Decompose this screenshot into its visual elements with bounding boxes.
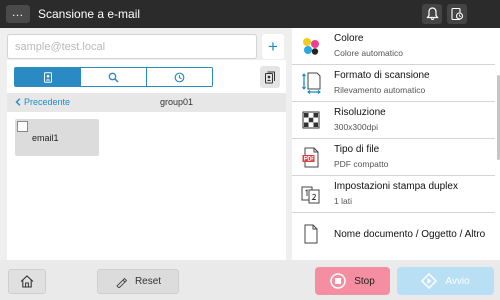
color-icon bbox=[301, 35, 321, 57]
start-button[interactable]: Avvio bbox=[397, 267, 494, 295]
device-status-icon bbox=[451, 7, 464, 21]
reset-label: Reset bbox=[134, 276, 162, 287]
address-book-options-button[interactable] bbox=[260, 66, 280, 88]
home-button[interactable] bbox=[8, 269, 46, 294]
setting-resolution[interactable]: Risoluzione 300x300dpi bbox=[292, 102, 495, 139]
select-checkbox[interactable] bbox=[17, 121, 28, 132]
search-icon bbox=[108, 72, 119, 83]
setting-title: Tipo di file bbox=[334, 144, 380, 155]
start-label: Avvio bbox=[445, 275, 470, 287]
setting-title: Nome documento / Oggetto / Altro bbox=[334, 228, 486, 240]
add-address-button[interactable]: + bbox=[262, 34, 284, 59]
reset-button[interactable]: Reset bbox=[97, 269, 179, 294]
back-label: Precedente bbox=[24, 97, 71, 107]
setting-title: Impostazioni stampa duplex bbox=[334, 181, 458, 192]
document-icon bbox=[301, 223, 321, 245]
setting-value: 300x300dpi bbox=[334, 122, 378, 132]
address-book-list: Precedente group01 email1 bbox=[7, 60, 286, 260]
footer-bar: Reset Stop Avvio bbox=[0, 260, 500, 300]
setting-value: Colore automatico bbox=[334, 48, 403, 58]
tab-history[interactable] bbox=[147, 68, 212, 86]
breadcrumb: Precedente group01 bbox=[7, 93, 286, 112]
setting-file-type[interactable]: Tipo di file PDF compatto bbox=[292, 139, 495, 176]
setting-value: PDF compatto bbox=[334, 159, 389, 169]
bell-icon bbox=[425, 7, 439, 21]
reset-icon bbox=[116, 277, 127, 288]
current-group-name: group01 bbox=[160, 97, 194, 107]
resolution-icon bbox=[301, 109, 321, 131]
page-title: Scansione a e-mail bbox=[38, 7, 141, 21]
setting-title: Colore bbox=[334, 33, 364, 44]
pdf-file-icon bbox=[301, 146, 321, 168]
start-icon bbox=[421, 273, 438, 289]
settings-panel: Colore Colore automatico Formato di scan… bbox=[292, 28, 500, 260]
duplex-icon bbox=[301, 183, 321, 205]
tab-search[interactable] bbox=[81, 68, 147, 86]
setting-duplex[interactable]: Impostazioni stampa duplex 1 lati bbox=[292, 176, 495, 213]
list-item[interactable]: email1 bbox=[15, 119, 99, 156]
address-book-icon bbox=[43, 71, 52, 83]
destination-panel: + bbox=[0, 28, 292, 260]
email-address-input[interactable] bbox=[7, 34, 257, 59]
setting-title: Risoluzione bbox=[334, 107, 386, 118]
menu-button[interactable]: … bbox=[6, 5, 30, 23]
stop-icon bbox=[330, 273, 346, 289]
setting-scan-size[interactable]: Formato di scansione Rilevamento automat… bbox=[292, 65, 495, 102]
tab-address-book[interactable] bbox=[15, 68, 81, 86]
title-bar: … Scansione a e-mail bbox=[0, 0, 500, 28]
menu-icon: … bbox=[11, 4, 25, 19]
notification-button[interactable] bbox=[422, 4, 442, 24]
setting-value: Rilevamento automatico bbox=[334, 85, 426, 95]
stop-label: Stop bbox=[354, 275, 375, 287]
setting-title: Formato di scansione bbox=[334, 70, 430, 81]
chevron-left-icon bbox=[15, 98, 21, 106]
clock-icon bbox=[174, 72, 185, 82]
setting-document-name[interactable]: Nome documento / Oggetto / Altro bbox=[292, 213, 495, 255]
status-button[interactable] bbox=[447, 4, 467, 24]
scan-size-icon bbox=[301, 72, 321, 94]
back-link[interactable]: Precedente bbox=[15, 97, 70, 107]
stop-button[interactable]: Stop bbox=[315, 267, 390, 295]
setting-value: 1 lati bbox=[334, 196, 352, 206]
list-item-name: email1 bbox=[32, 133, 59, 143]
home-icon bbox=[20, 275, 34, 288]
view-tabs bbox=[14, 67, 213, 87]
setting-color[interactable]: Colore Colore automatico bbox=[292, 28, 495, 65]
address-book-options-icon bbox=[265, 71, 275, 83]
